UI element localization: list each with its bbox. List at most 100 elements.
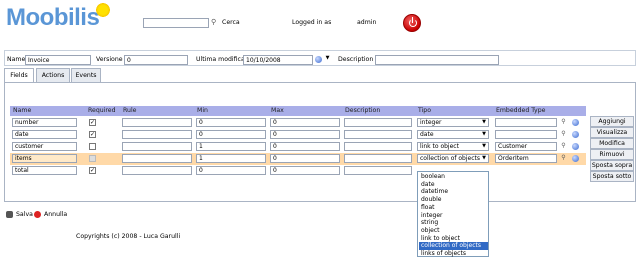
calendar-icon[interactable] xyxy=(315,56,322,63)
search-icon[interactable]: ⚲ xyxy=(211,18,216,26)
tab-actions[interactable]: Actions xyxy=(36,68,70,82)
version-label: Versione xyxy=(96,56,123,63)
dropdown-option-selected[interactable]: collection of objects xyxy=(419,242,488,250)
description-input[interactable] xyxy=(344,118,412,127)
modified-label: Ultima modifica xyxy=(196,56,245,63)
description-field[interactable] xyxy=(375,55,499,65)
embedded-type-input[interactable]: OrderItem xyxy=(495,154,557,163)
chevron-down-icon[interactable]: ▼ xyxy=(324,55,331,62)
dropdown-option[interactable]: object xyxy=(419,227,488,235)
save-button[interactable]: Salva xyxy=(16,210,33,219)
col-name: Name xyxy=(13,107,32,114)
col-required: Required xyxy=(88,107,116,114)
max-input[interactable]: 0 xyxy=(270,166,340,175)
lookup-icon[interactable]: ⚲ xyxy=(560,118,567,125)
username: admin xyxy=(357,19,377,26)
lookup-icon[interactable]: ⚲ xyxy=(560,154,567,161)
tipo-select[interactable]: date ▼ xyxy=(417,130,489,139)
min-input[interactable]: 1 xyxy=(196,154,266,163)
col-rule: Rule xyxy=(123,107,137,114)
embedded-type-input[interactable]: Customer xyxy=(495,142,557,151)
remove-button[interactable]: Rimuovi xyxy=(590,149,634,160)
lookup-icon[interactable]: ⚲ xyxy=(560,130,567,137)
min-input[interactable]: 0 xyxy=(196,118,266,127)
field-name-input[interactable]: number xyxy=(12,118,77,127)
search-label: Cerca xyxy=(222,19,240,26)
rule-input[interactable] xyxy=(122,118,192,127)
max-input[interactable]: 0 xyxy=(270,154,340,163)
globe-icon[interactable] xyxy=(572,155,579,162)
field-name-input[interactable]: date xyxy=(12,130,77,139)
field-name-input[interactable]: customer xyxy=(12,142,77,151)
col-min: Min xyxy=(197,107,208,114)
max-input[interactable]: 0 xyxy=(270,118,340,127)
tipo-select[interactable]: collection of objects ▼ xyxy=(417,154,489,163)
move-up-button[interactable]: Sposta sopra xyxy=(590,160,634,171)
embedded-type-input[interactable] xyxy=(495,118,557,127)
field-name-input[interactable]: total xyxy=(12,166,77,175)
col-description: Description xyxy=(345,107,381,114)
tab-fields[interactable]: Fields xyxy=(4,68,34,82)
min-input[interactable]: 0 xyxy=(196,130,266,139)
logout-power-icon[interactable] xyxy=(403,14,421,32)
dropdown-option[interactable]: string xyxy=(419,219,488,227)
add-button[interactable]: Aggiungi xyxy=(590,116,634,127)
dropdown-option[interactable]: integer xyxy=(419,212,488,220)
required-checkbox[interactable] xyxy=(89,143,96,150)
min-input[interactable]: 0 xyxy=(196,166,266,175)
name-field[interactable] xyxy=(25,55,91,65)
description-input[interactable] xyxy=(344,142,412,151)
embedded-type-input[interactable] xyxy=(495,130,557,139)
rule-input[interactable] xyxy=(122,154,192,163)
description-input[interactable] xyxy=(344,130,412,139)
view-button[interactable]: Visualizza xyxy=(590,127,634,138)
col-max: Max xyxy=(271,107,284,114)
dropdown-option[interactable]: float xyxy=(419,204,488,212)
field-name-input[interactable]: items xyxy=(12,154,77,163)
cancel-icon[interactable] xyxy=(34,211,41,218)
modified-date-field[interactable] xyxy=(243,55,313,65)
dropdown-option[interactable]: boolean xyxy=(419,173,488,181)
globe-icon[interactable] xyxy=(572,143,579,150)
col-tipo: Tipo xyxy=(418,107,432,114)
name-label: Name xyxy=(7,56,26,63)
logged-in-label: Logged in as xyxy=(292,19,332,26)
required-checkbox[interactable]: ✓ xyxy=(89,131,96,138)
description-input[interactable] xyxy=(344,154,412,163)
dropdown-option[interactable]: link to object xyxy=(419,235,488,243)
globe-icon[interactable] xyxy=(572,119,579,126)
required-checkbox[interactable]: ✓ xyxy=(89,167,96,174)
cancel-button[interactable]: Annulla xyxy=(44,210,67,219)
lookup-icon[interactable]: ⚲ xyxy=(560,142,567,149)
save-icon[interactable] xyxy=(6,211,13,218)
copyright: Copyrights (c) 2008 - Luca Garulli xyxy=(76,233,181,240)
tipo-value: collection of objects xyxy=(420,155,480,162)
tipo-select[interactable]: link to object ▼ xyxy=(417,142,489,151)
min-input[interactable]: 1 xyxy=(196,142,266,151)
required-checkbox[interactable] xyxy=(89,155,96,162)
edit-button[interactable]: Modifica xyxy=(590,138,634,149)
max-input[interactable]: 0 xyxy=(270,130,340,139)
rule-input[interactable] xyxy=(122,166,192,175)
chevron-down-icon: ▼ xyxy=(482,119,486,125)
app-logo: Moobilis xyxy=(6,2,112,32)
tipo-value: link to object xyxy=(420,143,459,150)
search-input[interactable] xyxy=(143,18,209,28)
version-field[interactable] xyxy=(124,55,188,65)
dropdown-option[interactable]: date xyxy=(419,181,488,189)
description-input[interactable] xyxy=(344,166,412,175)
rule-input[interactable] xyxy=(122,142,192,151)
tab-events[interactable]: Events xyxy=(71,68,101,82)
dropdown-option[interactable]: links of objects xyxy=(419,250,488,258)
dropdown-option[interactable]: datetime xyxy=(419,188,488,196)
tipo-value: date xyxy=(420,131,434,138)
globe-icon[interactable] xyxy=(572,131,579,138)
sun-icon xyxy=(95,2,112,18)
rule-input[interactable] xyxy=(122,130,192,139)
tipo-select[interactable]: integer ▼ xyxy=(417,118,489,127)
dropdown-option[interactable]: double xyxy=(419,196,488,204)
tipo-dropdown-list[interactable]: boolean date datetime double float integ… xyxy=(417,171,489,257)
max-input[interactable]: 0 xyxy=(270,142,340,151)
move-down-button[interactable]: Sposta sotto xyxy=(590,171,634,182)
required-checkbox[interactable]: ✓ xyxy=(89,119,96,126)
